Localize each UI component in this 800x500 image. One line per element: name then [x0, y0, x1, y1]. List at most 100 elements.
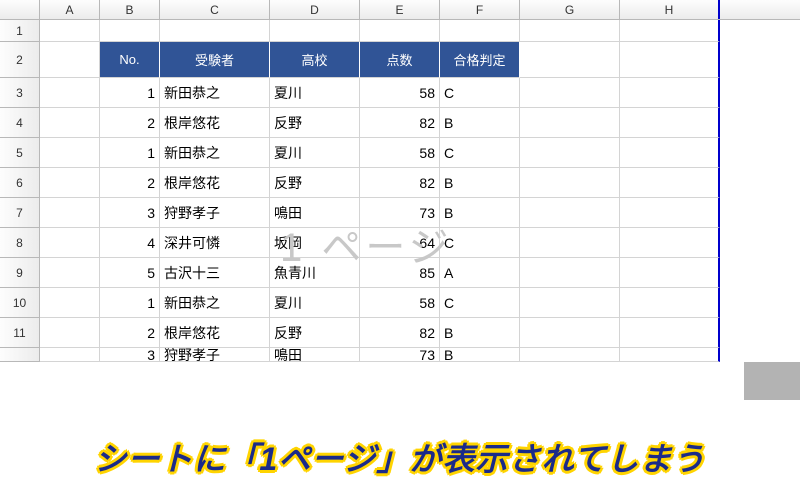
- cell-school[interactable]: 夏川: [270, 288, 360, 318]
- col-header-E[interactable]: E: [360, 0, 440, 19]
- cell-no[interactable]: 1: [100, 288, 160, 318]
- cell-result[interactable]: B: [440, 318, 520, 348]
- cell[interactable]: [100, 20, 160, 42]
- cell-examinee[interactable]: 深井可憐: [160, 228, 270, 258]
- col-header-B[interactable]: B: [100, 0, 160, 19]
- cell-examinee[interactable]: 新田恭之: [160, 288, 270, 318]
- cell[interactable]: [520, 168, 620, 198]
- cell-no[interactable]: 3: [100, 198, 160, 228]
- cell-no[interactable]: 3: [100, 348, 160, 362]
- cell-score[interactable]: 73: [360, 198, 440, 228]
- cell-result[interactable]: A: [440, 258, 520, 288]
- cell[interactable]: [270, 20, 360, 42]
- cell-score[interactable]: 82: [360, 318, 440, 348]
- cell-score[interactable]: 82: [360, 108, 440, 138]
- cell-examinee[interactable]: 根岸悠花: [160, 108, 270, 138]
- cell[interactable]: [620, 228, 720, 258]
- cell[interactable]: [520, 348, 620, 362]
- cell-school[interactable]: 反野: [270, 108, 360, 138]
- cell[interactable]: [620, 348, 720, 362]
- cell-no[interactable]: 2: [100, 108, 160, 138]
- cell-no[interactable]: 2: [100, 318, 160, 348]
- cell[interactable]: [620, 288, 720, 318]
- cell[interactable]: [620, 138, 720, 168]
- cell-score[interactable]: 85: [360, 258, 440, 288]
- col-header-C[interactable]: C: [160, 0, 270, 19]
- cell-result[interactable]: B: [440, 348, 520, 362]
- row-header-6[interactable]: 6: [0, 168, 40, 198]
- col-header-H[interactable]: H: [620, 0, 720, 19]
- cell-score[interactable]: 58: [360, 78, 440, 108]
- row-header-9[interactable]: 9: [0, 258, 40, 288]
- cell-score[interactable]: 58: [360, 288, 440, 318]
- cell-no[interactable]: 5: [100, 258, 160, 288]
- cell-result[interactable]: C: [440, 138, 520, 168]
- cell-no[interactable]: 1: [100, 78, 160, 108]
- col-header-F[interactable]: F: [440, 0, 520, 19]
- cell-no[interactable]: 4: [100, 228, 160, 258]
- cell[interactable]: [520, 288, 620, 318]
- cell-result[interactable]: B: [440, 168, 520, 198]
- cell-school[interactable]: 魚青川: [270, 258, 360, 288]
- cell-school[interactable]: 坂岡: [270, 228, 360, 258]
- cell[interactable]: [520, 138, 620, 168]
- cell-score[interactable]: 82: [360, 168, 440, 198]
- cell[interactable]: [620, 318, 720, 348]
- cell-result[interactable]: C: [440, 288, 520, 318]
- col-header-D[interactable]: D: [270, 0, 360, 19]
- cell-examinee[interactable]: 古沢十三: [160, 258, 270, 288]
- cell-examinee[interactable]: 新田恭之: [160, 78, 270, 108]
- th-examinee[interactable]: 受験者: [160, 42, 270, 78]
- cell[interactable]: [520, 228, 620, 258]
- cell-examinee[interactable]: 狩野孝子: [160, 198, 270, 228]
- cell[interactable]: [40, 348, 100, 362]
- row-header-5[interactable]: 5: [0, 138, 40, 168]
- cell[interactable]: [40, 258, 100, 288]
- cell[interactable]: [520, 318, 620, 348]
- cell[interactable]: [620, 258, 720, 288]
- cell-score[interactable]: 73: [360, 348, 440, 362]
- cell-school[interactable]: 鳴田: [270, 348, 360, 362]
- cell[interactable]: [40, 42, 100, 78]
- cell-result[interactable]: C: [440, 228, 520, 258]
- cell-school[interactable]: 夏川: [270, 138, 360, 168]
- cell[interactable]: [620, 20, 720, 42]
- cell[interactable]: [40, 168, 100, 198]
- cell[interactable]: [40, 108, 100, 138]
- cell-score[interactable]: 58: [360, 138, 440, 168]
- cell-no[interactable]: 2: [100, 168, 160, 198]
- row-header-11[interactable]: 11: [0, 318, 40, 348]
- cell-school[interactable]: 反野: [270, 318, 360, 348]
- th-no[interactable]: No.: [100, 42, 160, 78]
- cell[interactable]: [620, 198, 720, 228]
- cell-result[interactable]: B: [440, 198, 520, 228]
- cell-no[interactable]: 1: [100, 138, 160, 168]
- cell[interactable]: [40, 288, 100, 318]
- cell[interactable]: [520, 42, 620, 78]
- cell-school[interactable]: 夏川: [270, 78, 360, 108]
- cell[interactable]: [620, 168, 720, 198]
- row-header-12[interactable]: [0, 348, 40, 362]
- cell[interactable]: [160, 20, 270, 42]
- cell[interactable]: [520, 20, 620, 42]
- cell[interactable]: [40, 138, 100, 168]
- row-header-7[interactable]: 7: [0, 198, 40, 228]
- th-school[interactable]: 高校: [270, 42, 360, 78]
- cell[interactable]: [520, 258, 620, 288]
- cell[interactable]: [520, 78, 620, 108]
- cell[interactable]: [40, 198, 100, 228]
- cell[interactable]: [360, 20, 440, 42]
- spreadsheet-grid[interactable]: A B C D E F G H 1 2 No. 受験者 高校: [0, 0, 800, 362]
- row-header-4[interactable]: 4: [0, 108, 40, 138]
- cell[interactable]: [40, 318, 100, 348]
- cell-examinee[interactable]: 根岸悠花: [160, 168, 270, 198]
- cell-school[interactable]: 反野: [270, 168, 360, 198]
- cell[interactable]: [40, 20, 100, 42]
- cell-result[interactable]: C: [440, 78, 520, 108]
- row-header-3[interactable]: 3: [0, 78, 40, 108]
- cell-examinee[interactable]: 狩野孝子: [160, 348, 270, 362]
- cell[interactable]: [40, 228, 100, 258]
- row-header-1[interactable]: 1: [0, 20, 40, 42]
- col-header-G[interactable]: G: [520, 0, 620, 19]
- cell[interactable]: [40, 78, 100, 108]
